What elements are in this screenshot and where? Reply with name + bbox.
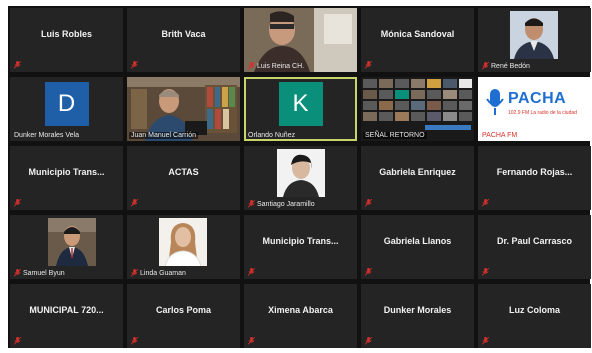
participant-name: Municipio Trans...: [262, 236, 339, 246]
pacha-logo-subtitle: 102.9 FM La radio de la ciudad: [508, 110, 577, 116]
participant-tile-luis-robles[interactable]: Luis Robles: [10, 8, 123, 72]
participant-name: Santiago Jaramillo: [257, 200, 315, 208]
participant-label: Juan Manuel Carrión: [129, 132, 198, 139]
participant-label: Santiago Jaramillo: [248, 200, 315, 208]
participant-photo: [510, 11, 558, 59]
participant-tile-linda-guaman[interactable]: Linda Guaman: [127, 215, 240, 279]
muted-mic-icon: [248, 268, 255, 276]
muted-mic-icon: [365, 268, 372, 276]
muted-mic-icon: [14, 269, 21, 277]
participant-name: Luis Reina CH.: [257, 62, 305, 70]
participant-tile-monica-sandoval[interactable]: Mónica Sandoval: [361, 8, 474, 72]
participant-label: Linda Guaman: [131, 269, 186, 277]
participant-name: Samuel Byun: [23, 269, 65, 277]
participant-label: Luis Reina CH.: [248, 62, 304, 70]
participant-photo: [277, 149, 325, 197]
muted-mic-icon: [131, 337, 138, 345]
muted-mic-icon: [365, 199, 372, 207]
participant-tile-brith-vaca[interactable]: Brith Vaca: [127, 8, 240, 72]
muted-mic-icon: [14, 199, 21, 207]
participant-name: Mónica Sandoval: [380, 29, 455, 39]
participant-name: Luis Robles: [40, 29, 92, 39]
muted-mic-icon: [131, 199, 138, 207]
participant-tile-municipio-trans-2[interactable]: Municipio Trans...: [244, 215, 357, 279]
muted-mic-icon: [131, 269, 138, 277]
participant-label: René Bedón: [482, 62, 530, 70]
participant-tile-luz-coloma[interactable]: Luz Coloma: [478, 284, 591, 348]
participant-name: Carlos Poma: [155, 305, 212, 315]
participant-label: Orlando Nuñez: [248, 132, 295, 139]
muted-mic-icon: [482, 268, 489, 276]
muted-mic-icon: [131, 61, 138, 69]
participant-label: SEÑAL RETORNO: [363, 132, 427, 139]
muted-mic-icon: [14, 337, 21, 345]
participant-tile-dunker-morales[interactable]: Dunker Morales: [361, 284, 474, 348]
participant-photo: [48, 218, 96, 266]
participant-tile-juan-manuel-carrion[interactable]: Juan Manuel Carrión: [127, 77, 240, 141]
participant-tile-municipal-720[interactable]: MUNICIPAL 720...: [10, 284, 123, 348]
participant-name: Luz Coloma: [509, 305, 560, 315]
muted-mic-icon: [482, 62, 489, 70]
participant-label: Samuel Byun: [14, 269, 65, 277]
participant-photo: [159, 218, 207, 266]
participant-tile-samuel-byun[interactable]: Samuel Byun: [10, 215, 123, 279]
participant-label: PACHA FM: [482, 132, 517, 139]
participant-tile-orlando-nunez[interactable]: K Orlando Nuñez: [244, 77, 357, 141]
participant-name: ACTAS: [168, 167, 199, 177]
pacha-logo-text: PACHA: [508, 90, 567, 107]
participant-name: SEÑAL RETORNO: [365, 132, 425, 139]
participant-tile-municipio-trans-1[interactable]: Municipio Trans...: [10, 146, 123, 210]
participant-name: Orlando Nuñez: [248, 132, 296, 139]
participant-tile-fernando-rojas[interactable]: Fernando Rojas...: [478, 146, 591, 210]
participant-name: Dr. Paul Carrasco: [496, 236, 573, 246]
muted-mic-icon: [248, 200, 255, 208]
participant-name: PACHA FM: [482, 132, 518, 139]
participant-name: Gabriela Llanos: [383, 236, 452, 246]
muted-mic-icon: [365, 61, 372, 69]
muted-mic-icon: [248, 337, 255, 345]
participant-tile-ximena-abarca[interactable]: Ximena Abarca: [244, 284, 357, 348]
participant-tile-carlos-poma[interactable]: Carlos Poma: [127, 284, 240, 348]
participant-name: Brith Vaca: [161, 29, 206, 39]
participant-tile-gabriela-llanos[interactable]: Gabriela Llanos: [361, 215, 474, 279]
participant-tile-pacha-fm[interactable]: PACHA 102.9 FM La radio de la ciudad PAC…: [478, 77, 591, 141]
avatar: D: [44, 82, 89, 126]
participant-tile-paul-carrasco[interactable]: Dr. Paul Carrasco: [478, 215, 591, 279]
participant-tile-actas[interactable]: ACTAS: [127, 146, 240, 210]
muted-mic-icon: [248, 62, 255, 70]
participant-tile-rene-bedon[interactable]: René Bedón: [478, 8, 591, 72]
participant-name: MUNICIPAL 720...: [29, 305, 104, 315]
participant-tile-dunker-morales-vela[interactable]: D Dunker Morales Vela: [10, 77, 123, 141]
zoom-gallery-window: Luis Robles Brith Vaca Luis Reina CH. Mó…: [0, 0, 592, 353]
muted-mic-icon: [482, 337, 489, 345]
muted-mic-icon: [14, 61, 21, 69]
participant-name: René Bedón: [491, 62, 530, 70]
participant-tile-luis-reina[interactable]: Luis Reina CH.: [244, 8, 357, 72]
muted-mic-icon: [482, 199, 489, 207]
participant-name: Municipio Trans...: [28, 167, 105, 177]
muted-mic-icon: [365, 337, 372, 345]
participant-name: Linda Guaman: [140, 269, 186, 277]
participant-tile-senal-retorno[interactable]: SEÑAL RETORNO: [361, 77, 474, 141]
participant-name: Dunker Morales: [383, 305, 452, 315]
participant-grid: Luis Robles Brith Vaca Luis Reina CH. Mó…: [8, 6, 591, 348]
participant-name: Dunker Morales Vela: [14, 132, 79, 139]
participant-tile-santiago-jaramillo[interactable]: Santiago Jaramillo: [244, 146, 357, 210]
participant-name: Ximena Abarca: [268, 305, 333, 315]
participant-name: Juan Manuel Carrión: [131, 132, 196, 139]
participant-name: Fernando Rojas...: [496, 167, 573, 177]
avatar: K: [278, 82, 323, 126]
participant-name: Gabriela Enriquez: [379, 167, 456, 177]
participant-tile-gabriela-enriquez[interactable]: Gabriela Enriquez: [361, 146, 474, 210]
participant-label: Dunker Morales Vela: [14, 132, 79, 139]
